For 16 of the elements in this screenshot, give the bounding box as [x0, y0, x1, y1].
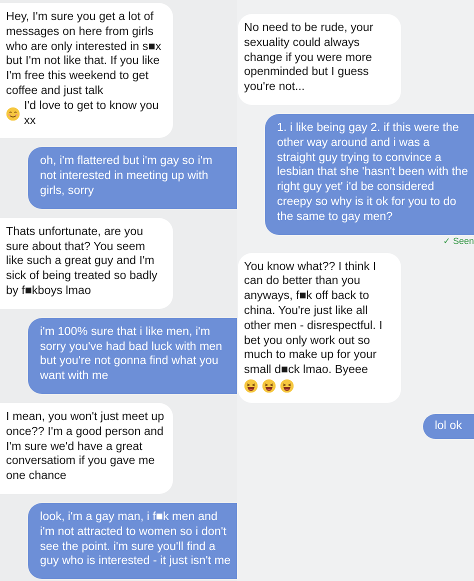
message-text: oh, i'm flattered but i'm gay so i'm not interested in meeting up with girls, sorry	[40, 154, 214, 199]
message-text: i'm 100% sure that i like men, i'm sorry you've had bad luck with men but you're not gonna find what you want with me	[40, 324, 224, 384]
message-text: lol ok	[434, 418, 462, 434]
message-text: I mean, you won't just meet up once?? I'm a good person and I'm sure we'd have a great conversatiom if you gave me one chance	[6, 410, 165, 484]
laughing-face-icon	[262, 378, 276, 393]
laughing-face-icon	[280, 378, 294, 393]
message-text: You know what?? I think I can do better than you anyways, f■k off back to china. You're just like all other men - disrespectful. I bet you only work out so much to make up for your small d■ck lmao. Byeee	[244, 260, 384, 378]
message-text: I'd love to get to know you xx	[24, 98, 160, 128]
seen-status: ✓ Seen	[442, 236, 474, 246]
message-text: No need to be rude, your sexuality could always change if you were more openminded but I guess you're not...	[244, 21, 374, 95]
message-text: Thats unfortunate, are you sure about that? You seem like such a great guy and I'm sick of being treated so badly by f■kboys lmao	[6, 224, 158, 299]
message-text: 1. i like being gay 2. if this were the other way around and i was a straight guy trying to convince a lesbian that she 'hasn't been with the right guy yet' i'd be considered creepy so why is it ok for you to do the same to gay men?	[277, 120, 468, 225]
message-text: look, i'm a gay man, i f■k men and i'm not attracted to women so i don't see the point. i'm sure you'll find a guy who is interested - it just isn't me	[40, 510, 231, 570]
smiley-icon	[6, 107, 20, 122]
message-text: Hey, I'm sure you get a lot of messages on here from girls who are only interested in s■x but I'm not like that. If you like I'm free this weekend to get coffee and just talk	[6, 10, 162, 99]
laughing-face-icon	[244, 378, 258, 393]
